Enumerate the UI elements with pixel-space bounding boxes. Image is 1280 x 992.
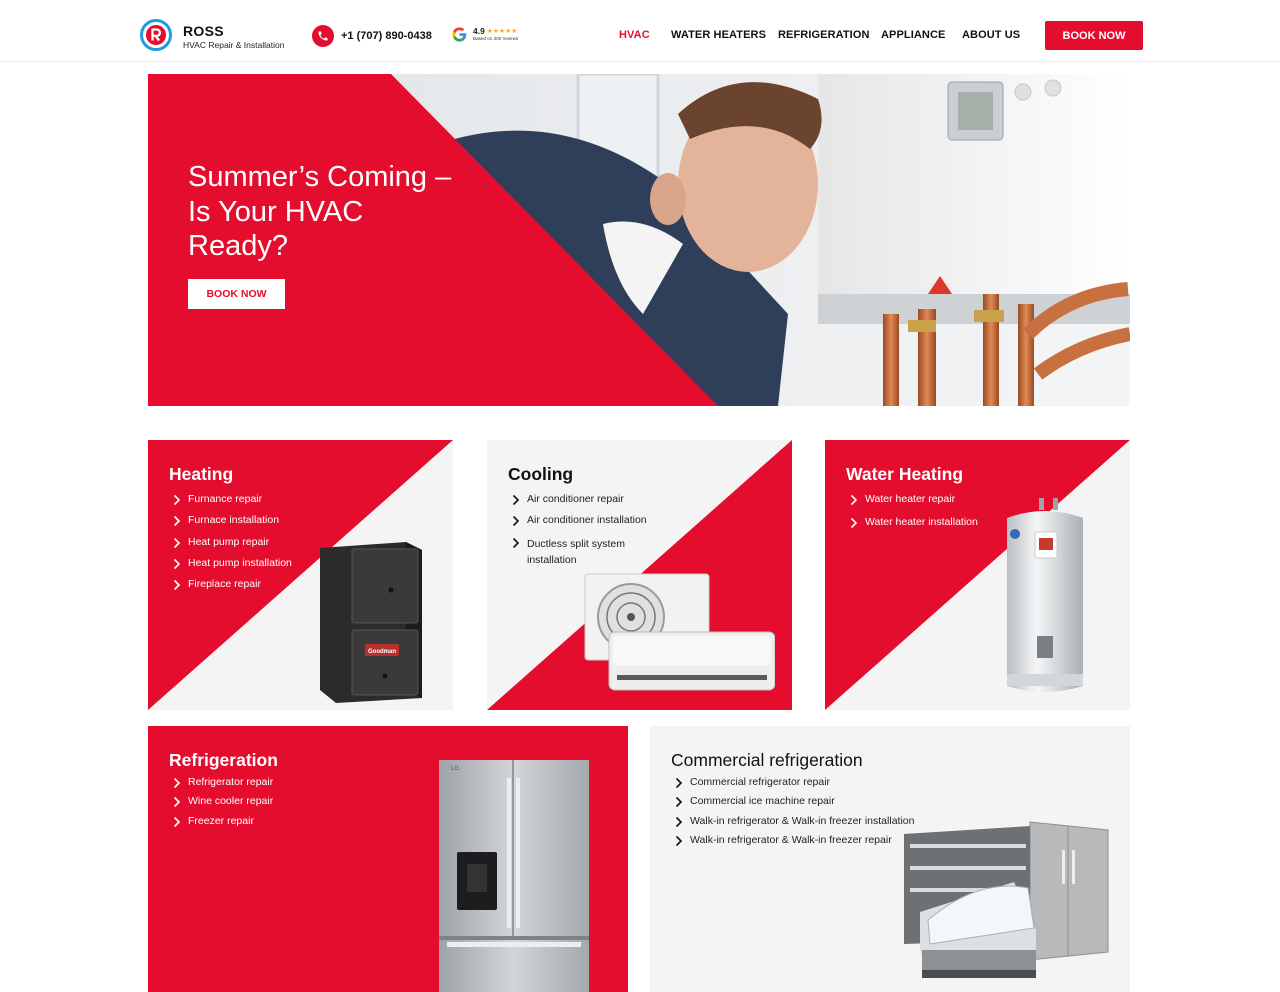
list-item[interactable]: Walk-in refrigerator & Walk-in freezer r… <box>675 834 914 848</box>
phone-number: +1 (707) 890-0438 <box>341 30 432 42</box>
list-item[interactable]: Heat pump repair <box>173 536 292 550</box>
list-item-label: Furnace installation <box>188 514 280 527</box>
chevron-right-icon <box>675 777 683 789</box>
list-item[interactable]: Walk-in refrigerator & Walk-in freezer i… <box>675 815 914 829</box>
furnace-image: Goodman <box>320 542 422 703</box>
card-heating-list: Furnance repair Furnace installation Hea… <box>173 493 292 592</box>
card-refrigeration-title: Refrigeration <box>169 750 278 770</box>
rating-stars: ★★★★★ <box>486 28 518 35</box>
list-item[interactable]: Air conditioner repair <box>512 493 687 507</box>
list-item-label: Wine cooler repair <box>188 795 274 808</box>
phone-icon <box>312 25 334 47</box>
list-item[interactable]: Water heater installation <box>850 516 978 530</box>
list-item-label: Water heater installation <box>865 515 978 528</box>
list-item[interactable]: Water heater repair <box>850 493 978 507</box>
google-icon <box>452 27 467 42</box>
book-now-button[interactable]: BOOK NOW <box>1045 21 1143 50</box>
rating-reviews: Based on 200 reviews <box>473 36 519 41</box>
list-item[interactable]: Air conditioner installation <box>512 514 687 528</box>
list-item-label: Ductless split system installation <box>527 537 626 566</box>
nav-hvac[interactable]: HVAC <box>619 29 650 41</box>
list-item[interactable]: Commercial refrigerator repair <box>675 776 914 790</box>
rating-box: 4.9 ★★★★★ Based on 200 reviews <box>473 27 518 42</box>
list-item[interactable]: Furnance repair <box>173 493 292 507</box>
list-item-label: Walk-in refrigerator & Walk-in freezer i… <box>690 814 915 827</box>
brand-tagline: HVAC Repair & Installation <box>183 40 285 50</box>
chevron-right-icon <box>173 558 181 569</box>
card-heating-title: Heating <box>169 464 234 484</box>
chevron-right-icon <box>675 835 683 846</box>
list-item-label: Furnance repair <box>188 493 263 505</box>
list-item[interactable]: Refrigerator repair <box>173 776 273 790</box>
list-item-label: Freezer repair <box>188 814 254 827</box>
water-heater-image <box>1007 498 1083 692</box>
list-item[interactable]: Commercial ice machine repair <box>675 795 914 809</box>
furnace-brand-label: Goodman <box>368 649 396 655</box>
list-item-label: Air conditioner installation <box>527 514 647 527</box>
list-item-label: Heat pump repair <box>188 535 270 548</box>
hero-banner: Summer’s Coming – Is Your HVAC Ready? BO… <box>148 74 1130 406</box>
list-item-label: Air conditioner repair <box>527 493 624 505</box>
card-cooling-list: Air conditioner repair Air conditioner i… <box>512 493 687 568</box>
card-water-heating-title: Water Heating <box>846 464 964 484</box>
google-rating[interactable]: 4.9 ★★★★★ Based on 200 reviews <box>451 26 518 43</box>
chevron-right-icon <box>850 494 858 506</box>
refrigerator-image: LG <box>439 760 589 992</box>
card-commercial-list: Commercial refrigerator repair Commercia… <box>675 776 914 847</box>
list-item-label: Heat pump installation <box>188 556 292 569</box>
rating-line: 4.9 ★★★★★ <box>473 27 518 36</box>
chevron-right-icon <box>173 516 181 527</box>
chevron-right-icon <box>173 494 181 506</box>
chevron-right-icon <box>850 517 858 528</box>
rating-score: 4.9 <box>473 26 485 36</box>
card-water-heating-list: Water heater repair Water heater install… <box>850 493 978 529</box>
list-item[interactable]: Wine cooler repair <box>173 795 273 809</box>
chevron-right-icon <box>173 537 181 548</box>
chevron-right-icon <box>512 537 520 548</box>
card-cooling[interactable]: Cooling Air conditioner repair Air condi… <box>487 440 792 710</box>
chevron-right-icon <box>173 580 181 591</box>
card-heating[interactable]: Heating Furnance repair Furnace installa… <box>148 440 453 710</box>
list-item[interactable]: Freezer repair <box>173 815 273 829</box>
hero-title: Summer’s Coming – Is Your HVAC Ready? <box>188 161 452 262</box>
list-item-label: Commercial refrigerator repair <box>690 776 831 788</box>
chevron-right-icon <box>512 494 520 506</box>
card-commercial-refrigeration[interactable]: Commercial refrigeration Commercial refr… <box>650 726 1130 992</box>
refrigerator-brand-label: LG <box>451 766 459 772</box>
ross-logo-icon[interactable] <box>140 19 172 51</box>
site-header: ROSS HVAC Repair & Installation +1 (707)… <box>0 0 1280 62</box>
list-item-label: Water heater repair <box>865 493 956 505</box>
chevron-right-icon <box>173 816 181 827</box>
phone-link[interactable]: +1 (707) 890-0438 <box>312 25 432 47</box>
nav-appliance[interactable]: APPLIANCE <box>881 29 945 41</box>
list-item-label: Fireplace repair <box>188 578 261 591</box>
list-item-label: Walk-in refrigerator & Walk-in freezer r… <box>690 833 892 846</box>
list-item[interactable]: Ductless split system installation <box>512 536 662 568</box>
hero-book-now-button[interactable]: BOOK NOW <box>188 279 285 309</box>
card-commercial-title: Commercial refrigeration <box>671 750 863 770</box>
list-item[interactable]: Fireplace repair <box>173 578 292 592</box>
commercial-refrigerator-image <box>904 821 1109 978</box>
chevron-right-icon <box>173 777 181 789</box>
brand-name: ROSS <box>183 23 224 39</box>
card-refrigeration-list: Refrigerator repair Wine cooler repair F… <box>173 776 273 828</box>
card-water-heating[interactable]: Water Heating Water heater repair Water … <box>825 440 1130 710</box>
card-refrigeration[interactable]: Refrigeration Refrigerator repair Wine c… <box>148 726 628 992</box>
nav-water-heaters[interactable]: WATER HEATERS <box>671 29 766 41</box>
list-item-label: Commercial ice machine repair <box>690 795 835 808</box>
chevron-right-icon <box>173 797 181 808</box>
card-cooling-title: Cooling <box>508 464 574 484</box>
list-item[interactable]: Heat pump installation <box>173 557 292 571</box>
list-item-label: Refrigerator repair <box>188 776 274 788</box>
list-item[interactable]: Furnace installation <box>173 514 292 528</box>
nav-refrigeration[interactable]: REFRIGERATION <box>778 29 870 41</box>
chevron-right-icon <box>675 797 683 808</box>
chevron-right-icon <box>675 816 683 827</box>
nav-about-us[interactable]: ABOUT US <box>962 29 1020 41</box>
air-conditioner-image <box>584 573 775 691</box>
brand[interactable]: ROSS HVAC Repair & Installation <box>183 24 284 50</box>
chevron-right-icon <box>512 516 520 527</box>
